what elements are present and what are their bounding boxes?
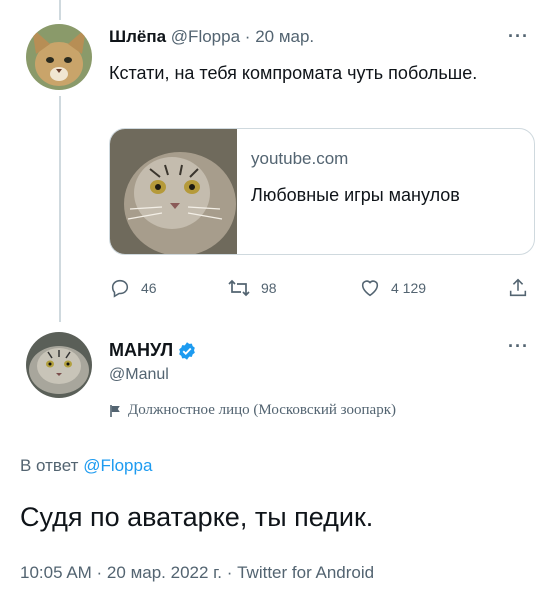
tweet1-date[interactable]: 20 мар. bbox=[255, 27, 314, 46]
tweet1-handle[interactable]: @Floppa bbox=[171, 27, 240, 46]
retweet-icon bbox=[228, 279, 250, 297]
tweet2-handle[interactable]: @Manul bbox=[109, 366, 169, 384]
tweet1-separator: · bbox=[244, 27, 251, 46]
more-dots-icon[interactable]: ··· bbox=[508, 26, 529, 47]
tweet1-display-name[interactable]: Шлёпа bbox=[109, 27, 166, 46]
retweet-action[interactable]: 98 bbox=[227, 277, 277, 299]
tweet1-text: Кстати, на тебя компромата чуть побольше… bbox=[109, 63, 478, 83]
tweet2-name-row: МАНУЛ bbox=[109, 340, 197, 361]
heart-icon bbox=[361, 280, 379, 297]
retweet-count: 98 bbox=[261, 280, 277, 296]
link-card[interactable]: youtube.com Любовные игры манулов bbox=[109, 128, 535, 255]
like-count: 4 129 bbox=[391, 280, 427, 296]
card-domain: youtube.com bbox=[251, 149, 349, 168]
tweet-meta[interactable]: 10:05 AM · 20 мар. 2022 г. · Twitter for… bbox=[20, 563, 374, 583]
card-thumbnail bbox=[110, 129, 237, 254]
floppa-avatar[interactable] bbox=[26, 24, 92, 90]
affiliation-text: Должностное лицо (Московский зоопарк) bbox=[128, 402, 396, 418]
tweet2-display-name[interactable]: МАНУЛ bbox=[109, 340, 173, 361]
more-dots-icon-2[interactable]: ··· bbox=[508, 336, 529, 357]
reply-to: В ответ @Floppa bbox=[20, 456, 152, 476]
reply-action[interactable]: 46 bbox=[109, 277, 157, 299]
card-title: Любовные игры манулов bbox=[251, 185, 460, 205]
thread-connector bbox=[59, 96, 61, 322]
manul-avatar[interactable] bbox=[26, 332, 92, 398]
flag-icon bbox=[110, 404, 120, 417]
affiliation-label: Должностное лицо (Московский зоопарк) bbox=[109, 402, 396, 419]
reply-handle-link[interactable]: @Floppa bbox=[83, 456, 152, 475]
reply-count: 46 bbox=[141, 280, 157, 296]
tweet2-text: Судя по аватарке, ты педик. bbox=[20, 502, 374, 532]
verified-badge-icon bbox=[179, 341, 195, 360]
reply-prefix: В ответ bbox=[20, 456, 79, 475]
card-body: youtube.com Любовные игры манулов bbox=[237, 129, 460, 254]
tweet1-header: Шлёпа @Floppa · 20 мар. bbox=[109, 27, 314, 47]
like-action[interactable]: 4 129 bbox=[359, 277, 426, 299]
share-icon bbox=[509, 278, 527, 297]
thread-connector-top bbox=[59, 0, 61, 20]
share-action[interactable] bbox=[507, 277, 539, 299]
reply-icon bbox=[111, 279, 129, 298]
tweet1-actions: 46 98 4 129 bbox=[109, 277, 535, 303]
